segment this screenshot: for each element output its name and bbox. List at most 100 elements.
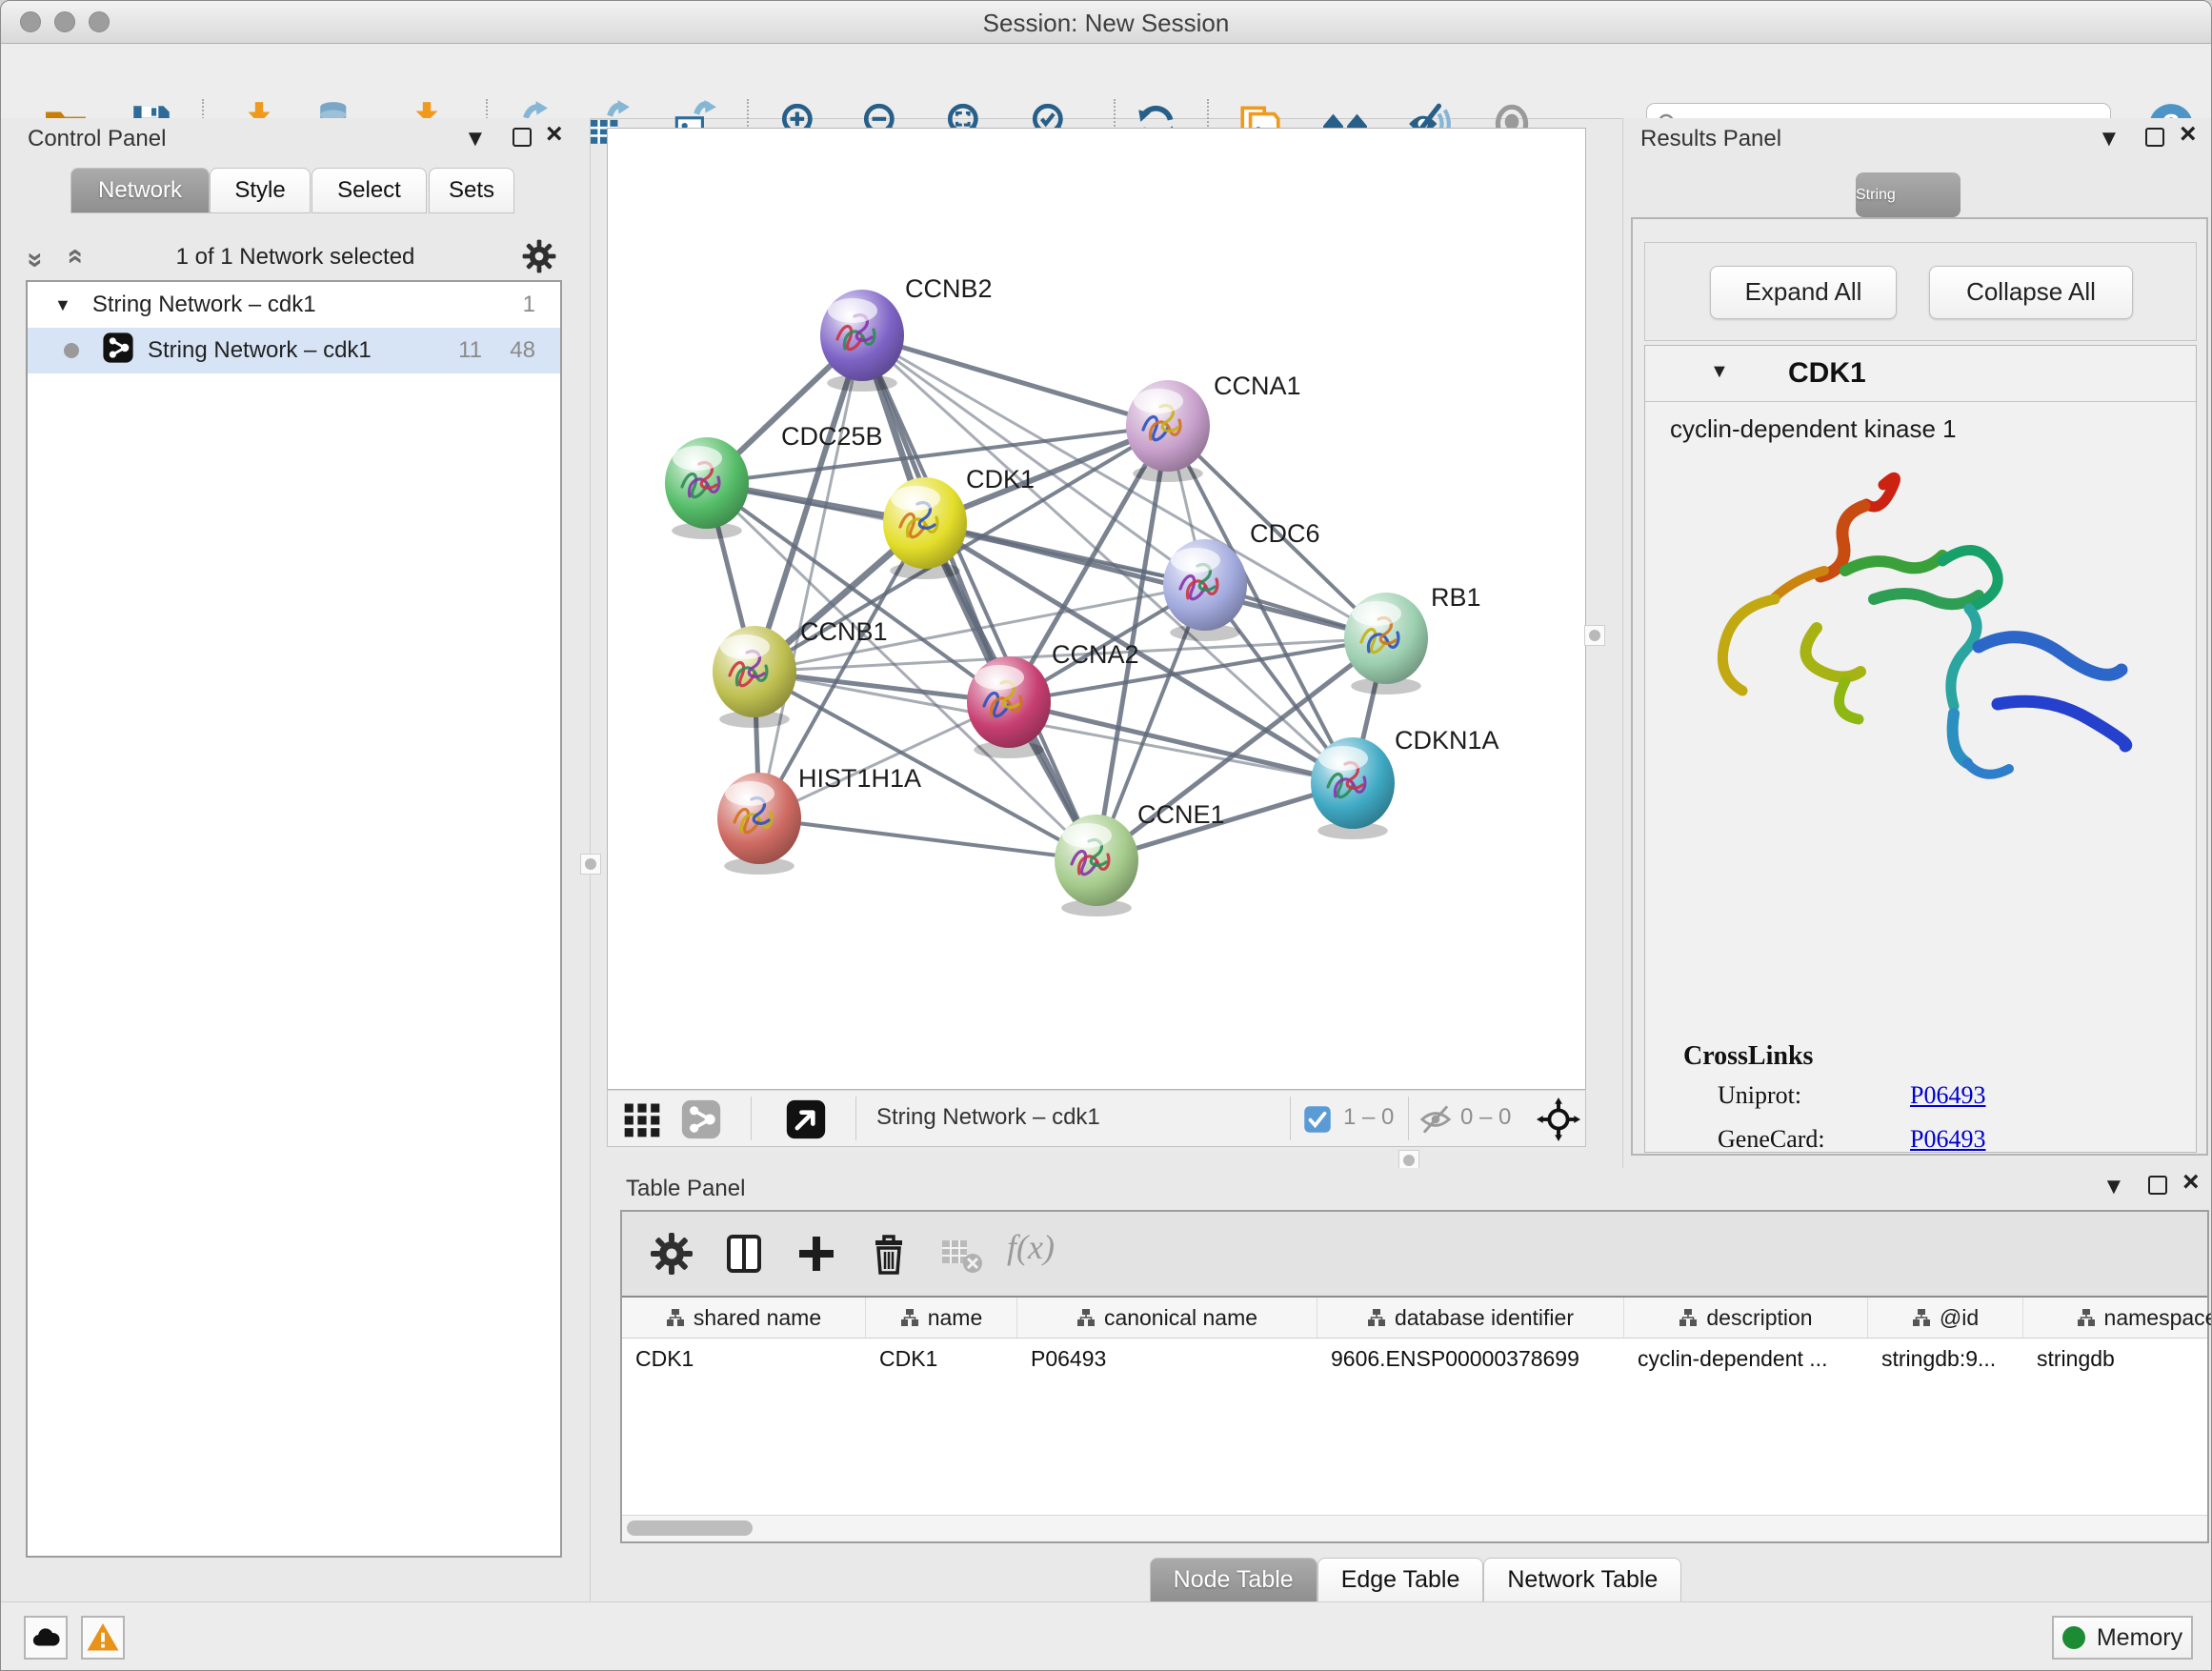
table-cell[interactable]: CDK1: [866, 1339, 1017, 1379]
panel-close-icon[interactable]: ×: [546, 120, 563, 149]
network-view-title: String Network – cdk1: [876, 1104, 1100, 1131]
window-title: Session: New Session: [1, 9, 2211, 38]
show-columns-icon[interactable]: [721, 1231, 767, 1277]
node-label-CCNA2: CCNA2: [1052, 640, 1139, 669]
network-row[interactable]: String Network – cdk1 11 48: [28, 328, 560, 373]
network-canvas[interactable]: CCNB2CCNA1CDC25BCDK1CDC6RB1CCNB1CCNA2CDK…: [607, 128, 1586, 1090]
column-header-description[interactable]: description: [1624, 1298, 1868, 1338]
edge-CCNB2-CCNA1[interactable]: [862, 335, 1168, 426]
network-graph[interactable]: CCNB2CCNA1CDC25BCDK1CDC6RB1CCNB1CCNA2CDK…: [608, 129, 1585, 1089]
network-status-dot-icon: [64, 343, 79, 358]
gene-description: cyclin-dependent kinase 1: [1670, 414, 1957, 444]
gene-section-header[interactable]: ▼ CDK1: [1645, 346, 2196, 402]
left-splitter-handle[interactable]: [580, 854, 601, 875]
node-label-CCNB2: CCNB2: [905, 274, 993, 303]
node-HIST1H1A[interactable]: [717, 773, 801, 875]
column-header-namespace[interactable]: namespace: [2023, 1298, 2212, 1338]
warning-icon: [86, 1621, 120, 1655]
footer-separator: [751, 1097, 752, 1140]
fit-content-crosshair-icon[interactable]: [1537, 1097, 1580, 1146]
node-CCNB2[interactable]: [820, 290, 904, 392]
network-selection-status: 1 of 1 Network selected: [115, 244, 475, 271]
panel-close-icon[interactable]: ×: [2182, 1168, 2200, 1197]
birdseye-grid-icon[interactable]: [621, 1098, 663, 1145]
column-header-label: canonical name: [1104, 1305, 1257, 1331]
delete-column-trash-icon[interactable]: [866, 1231, 912, 1277]
crosslink-link[interactable]: P06493: [1910, 1081, 1985, 1110]
tab-network-table[interactable]: Network Table: [1483, 1558, 1681, 1602]
network-collection-row[interactable]: ▼ String Network – cdk1 1: [28, 282, 560, 328]
warning-status-button[interactable]: [81, 1616, 125, 1660]
panel-close-icon[interactable]: ×: [2180, 120, 2197, 149]
column-header-@id[interactable]: @id: [1868, 1298, 2023, 1338]
node-label-CDC6: CDC6: [1250, 519, 1320, 548]
table-cell[interactable]: cyclin-dependent ...: [1624, 1339, 1868, 1379]
table-settings-gear-icon[interactable]: [649, 1231, 694, 1277]
node-CCNE1[interactable]: [1055, 815, 1138, 916]
column-header-name[interactable]: name: [866, 1298, 1017, 1338]
column-type-icon: [1912, 1308, 1931, 1327]
column-header-shared-name[interactable]: shared name: [622, 1298, 866, 1338]
tab-network[interactable]: Network: [70, 168, 210, 213]
table-cell[interactable]: 9606.ENSP00000378699: [1317, 1339, 1624, 1379]
table-row[interactable]: CDK1CDK1P064939606.ENSP00000378699cyclin…: [622, 1339, 2207, 1379]
column-type-icon: [1367, 1308, 1386, 1327]
hscrollbar-thumb[interactable]: [627, 1520, 753, 1536]
collapse-all-networks-icon[interactable]: »: [19, 252, 51, 265]
tab-node-table[interactable]: Node Table: [1150, 1558, 1317, 1602]
network-options-gear-icon[interactable]: [521, 238, 557, 279]
table-cell[interactable]: stringdb: [2023, 1339, 2212, 1379]
status-bar: Memory: [1, 1601, 2211, 1671]
selected-checkbox-icon[interactable]: [1303, 1105, 1332, 1138]
node-CDKN1A[interactable]: [1311, 737, 1395, 839]
right-splitter-handle[interactable]: [1584, 625, 1605, 646]
title-bar: Session: New Session: [1, 1, 2211, 44]
control-panel-title: Control Panel: [28, 126, 166, 152]
panel-float-icon[interactable]: [2145, 128, 2164, 147]
open-in-window-icon[interactable]: [785, 1098, 827, 1145]
tab-style[interactable]: Style: [210, 168, 311, 213]
table-cell[interactable]: CDK1: [622, 1339, 866, 1379]
node-CDC25B[interactable]: [665, 437, 749, 539]
tab-edge-table[interactable]: Edge Table: [1317, 1558, 1484, 1602]
edge-CCNB2-HIST1H1A[interactable]: [759, 335, 862, 818]
collapse-all-button[interactable]: Collapse All: [1929, 266, 2133, 319]
node-RB1[interactable]: [1344, 593, 1428, 695]
edge-HIST1H1A-CCNE1[interactable]: [759, 818, 1096, 860]
table-panel: Table Panel ▼ × f(x) shared namenamecano…: [618, 1168, 2212, 1601]
panel-menu-icon[interactable]: ▼: [464, 128, 487, 151]
tab-string[interactable]: String: [1856, 172, 1961, 217]
crosslink-row-genecard: GeneCard:P06493: [1718, 1125, 2184, 1169]
cytoscape-window: Session: New Session: [0, 0, 2212, 1671]
tab-select[interactable]: Select: [312, 168, 427, 213]
column-header-database-identifier[interactable]: database identifier: [1317, 1298, 1624, 1338]
network-share-toggle-icon[interactable]: [680, 1098, 722, 1145]
string-results-container: Expand All Collapse All ▼ CDK1 cyclin-de…: [1631, 217, 2208, 1156]
table-toolbar: f(x): [622, 1212, 2207, 1298]
panel-float-icon[interactable]: [513, 128, 532, 147]
expand-all-button[interactable]: Expand All: [1710, 266, 1897, 319]
memory-button[interactable]: Memory: [2052, 1616, 2193, 1660]
collection-expand-icon[interactable]: ▼: [54, 295, 71, 315]
table-cell[interactable]: stringdb:9...: [1868, 1339, 2023, 1379]
cloud-status-button[interactable]: [24, 1616, 68, 1660]
footer-separator: [1408, 1097, 1409, 1140]
tab-sets[interactable]: Sets: [429, 168, 514, 213]
create-column-plus-icon[interactable]: [794, 1231, 839, 1277]
expand-all-networks-icon[interactable]: »: [57, 252, 90, 265]
node-label-CDKN1A: CDKN1A: [1395, 726, 1499, 755]
column-header-canonical-name[interactable]: canonical name: [1017, 1298, 1317, 1338]
crosslink-link[interactable]: P06493: [1910, 1125, 1985, 1154]
node-CCNB1[interactable]: [713, 626, 796, 728]
memory-label: Memory: [2097, 1624, 2182, 1652]
column-type-icon: [666, 1308, 685, 1327]
panel-menu-icon[interactable]: ▼: [2102, 1176, 2125, 1198]
panel-menu-icon[interactable]: ▼: [2098, 128, 2121, 151]
section-collapse-icon[interactable]: ▼: [1710, 361, 1729, 383]
table-cell[interactable]: P06493: [1017, 1339, 1317, 1379]
protein-structure-image: [1683, 456, 2160, 799]
table-hscrollbar[interactable]: [622, 1515, 2207, 1541]
crosslink-label: Uniprot:: [1718, 1081, 1801, 1110]
node-CCNA1[interactable]: [1126, 380, 1210, 482]
panel-float-icon[interactable]: [2148, 1176, 2167, 1195]
